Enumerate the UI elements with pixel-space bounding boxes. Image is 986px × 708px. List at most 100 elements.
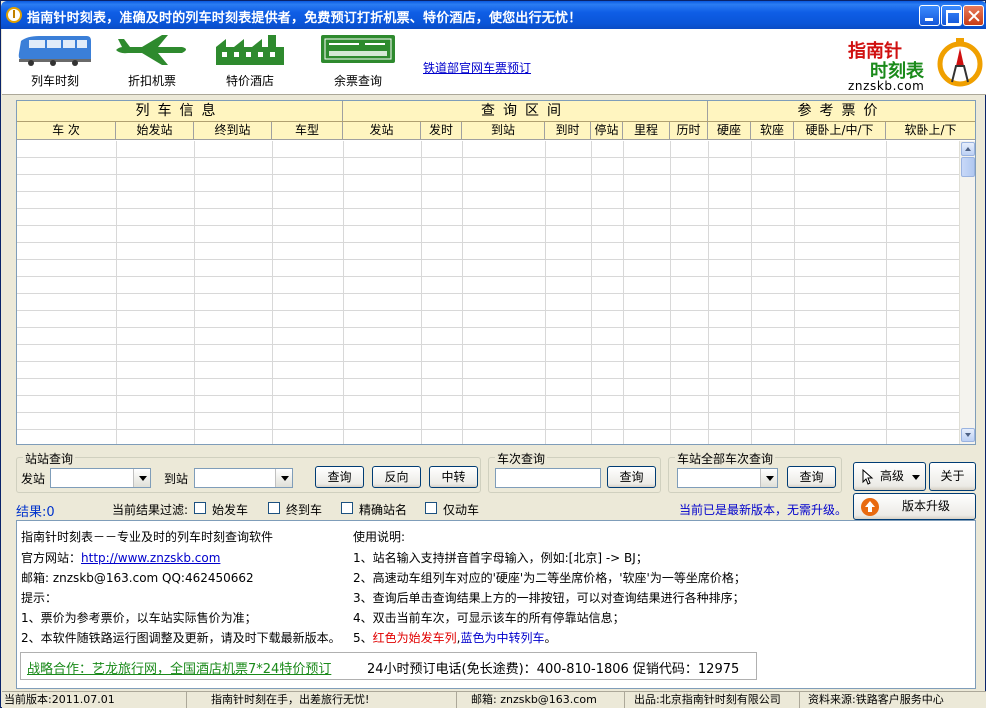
info-left-line: 1、票价为参考票价，以车站实际售价为准； xyxy=(21,611,257,625)
discount-flight-button[interactable]: 折扣机票 xyxy=(112,33,192,89)
grid-row[interactable] xyxy=(17,328,959,345)
hotel-button[interactable]: 特价酒店 xyxy=(212,33,288,89)
grid-row[interactable] xyxy=(17,141,959,158)
to-label: 到站 xyxy=(164,472,189,486)
hotel-icon xyxy=(216,35,284,65)
col-train-type[interactable]: 车型 xyxy=(272,122,343,139)
grid-column-divider xyxy=(343,141,344,444)
info-left-line: 指南针时刻表－－专业及时的列车时刻查询软件 xyxy=(21,530,274,544)
railway-booking-link[interactable]: 铁道部官网车票预订 xyxy=(423,59,531,76)
train-query-button[interactable]: 查询 xyxy=(607,466,656,488)
grid-row[interactable] xyxy=(17,379,959,396)
station-query-title: 站站查询 xyxy=(23,450,76,467)
col-hard-sleeper[interactable]: 硬卧上/中/下 xyxy=(794,122,886,139)
col-train-no[interactable]: 车 次 xyxy=(17,122,116,139)
col-soft-sleeper[interactable]: 软卧上/下 xyxy=(886,122,975,139)
col-terminal[interactable]: 终到站 xyxy=(194,122,272,139)
close-button[interactable] xyxy=(963,5,984,26)
grid-row[interactable] xyxy=(17,158,959,175)
results-grid[interactable]: 列车信息 查询区间 参考票价 车 次 始发站 终到站 车型 发站 发时 到站 到… xyxy=(16,100,976,445)
remaining-ticket-button[interactable]: 余票查询 xyxy=(319,33,397,89)
col-depart-time[interactable]: 发时 xyxy=(421,122,462,139)
grid-row[interactable] xyxy=(17,226,959,243)
col-hard-seat[interactable]: 硬座 xyxy=(708,122,751,139)
to-station-select[interactable] xyxy=(194,468,293,488)
grid-column-divider xyxy=(591,141,592,444)
scroll-thumb[interactable] xyxy=(961,157,975,177)
compass-logo-icon xyxy=(937,38,983,87)
station-all-select[interactable] xyxy=(677,468,778,488)
filter-terminal-checkbox[interactable] xyxy=(268,502,280,514)
train-number-input[interactable] xyxy=(495,468,601,488)
chevron-down-icon[interactable] xyxy=(760,469,777,487)
grid-row[interactable] xyxy=(17,396,959,413)
grid-column-header: 车 次 始发站 终到站 车型 发站 发时 到站 到时 停站 里程 历时 硬座 软… xyxy=(17,122,975,140)
results-filter-row: 结果:0 当前结果过滤: 始发车 终到车 精确站名 仅动车 当前已是最新版本，无… xyxy=(16,501,976,520)
train-schedule-button[interactable]: 列车时刻 xyxy=(16,33,94,89)
minimize-button[interactable] xyxy=(919,5,940,26)
advanced-button[interactable]: 高级 xyxy=(853,462,926,491)
chevron-down-icon[interactable] xyxy=(275,469,292,487)
website-link[interactable]: http://www.znzskb.com xyxy=(81,551,220,565)
results-count: 结果:0 xyxy=(16,505,55,520)
from-station-select[interactable] xyxy=(50,468,151,488)
grid-row[interactable] xyxy=(17,311,959,328)
scroll-down-arrow-icon[interactable] xyxy=(961,428,975,442)
col-depart-station[interactable]: 发站 xyxy=(343,122,421,139)
scroll-up-arrow-icon[interactable] xyxy=(961,142,975,156)
train-schedule-label: 列车时刻 xyxy=(30,74,79,88)
group-train-info: 列车信息 xyxy=(17,101,343,121)
reverse-button[interactable]: 反向 xyxy=(372,466,421,488)
toolbar: 列车时刻 折扣机票 特价酒店 余票查询 铁道部官网车票预订 指南针 时刻表 zn… xyxy=(2,29,986,95)
grid-row[interactable] xyxy=(17,260,959,277)
dropdown-arrow-icon xyxy=(912,475,920,480)
usage-line: 4、双击当前车次，可显示该车的所有停靠站信息； xyxy=(353,611,625,625)
col-arrive-station[interactable]: 到站 xyxy=(462,122,545,139)
hotel-label: 特价酒店 xyxy=(225,74,274,88)
grid-row[interactable] xyxy=(17,294,959,311)
grid-column-divider xyxy=(751,141,752,444)
filter-exact-name-checkbox[interactable] xyxy=(341,502,353,514)
col-origin[interactable]: 始发站 xyxy=(116,122,194,139)
station-query-group: 站站查询 发站 到站 查询 反向 中转 xyxy=(16,450,481,493)
grid-row[interactable] xyxy=(17,277,959,294)
grid-row[interactable] xyxy=(17,362,959,379)
grid-row[interactable] xyxy=(17,345,959,362)
usage-line: 使用说明: xyxy=(353,530,406,544)
status-bar: 当前版本:2011.07.01 指南针时刻在手，出差旅行无忧! 邮箱: znzs… xyxy=(2,691,986,708)
transfer-button[interactable]: 中转 xyxy=(429,466,478,488)
group-query-section: 查询区间 xyxy=(343,101,708,121)
title-bar[interactable]: 指南针时刻表，准确及时的列车时刻表提供者，免费预订打折机票、特价酒店，使您出行无… xyxy=(1,1,986,29)
grid-row[interactable] xyxy=(17,430,959,444)
col-stops[interactable]: 停站 xyxy=(591,122,623,139)
grid-row[interactable] xyxy=(17,192,959,209)
station-all-query-button[interactable]: 查询 xyxy=(787,466,836,488)
advanced-label: 高级 xyxy=(880,469,905,483)
maximize-button[interactable] xyxy=(941,5,962,26)
col-distance[interactable]: 里程 xyxy=(623,122,670,139)
grid-column-divider xyxy=(794,141,795,444)
chevron-down-icon[interactable] xyxy=(133,469,150,487)
status-publisher: 出品:北京指南针时刻有限公司 xyxy=(625,692,800,708)
grid-column-divider xyxy=(421,141,422,444)
grid-row[interactable] xyxy=(17,175,959,192)
status-slogan: 指南针时刻在手，出差旅行无忧! xyxy=(187,692,457,708)
grid-row[interactable] xyxy=(17,243,959,260)
filter-emu-only-checkbox[interactable] xyxy=(425,502,437,514)
promo-link[interactable]: 战略合作：艺龙旅行网，全国酒店机票7*24特价预订 xyxy=(27,658,331,677)
filter-label: 当前结果过滤: xyxy=(112,503,189,517)
col-duration[interactable]: 历时 xyxy=(670,122,708,139)
station-query-button[interactable]: 查询 xyxy=(315,466,364,488)
grid-row[interactable] xyxy=(17,209,959,226)
info-left-line: 邮箱: znzskb@163.com QQ:462450662 xyxy=(21,571,254,585)
grid-body[interactable] xyxy=(17,141,959,444)
grid-row[interactable] xyxy=(17,413,959,430)
col-arrive-time[interactable]: 到时 xyxy=(545,122,591,139)
usage-line: 3、查询后单击查询结果上方的一排按钮，可以对查询结果进行各种排序； xyxy=(353,591,745,605)
grid-vertical-scrollbar[interactable] xyxy=(959,141,975,444)
filter-origin-checkbox[interactable] xyxy=(194,502,206,514)
filter-origin-label: 始发车 xyxy=(212,503,249,517)
blue-note: 蓝色为中转列车 xyxy=(460,631,545,645)
col-soft-seat[interactable]: 软座 xyxy=(751,122,794,139)
about-button[interactable]: 关于 xyxy=(929,462,976,491)
